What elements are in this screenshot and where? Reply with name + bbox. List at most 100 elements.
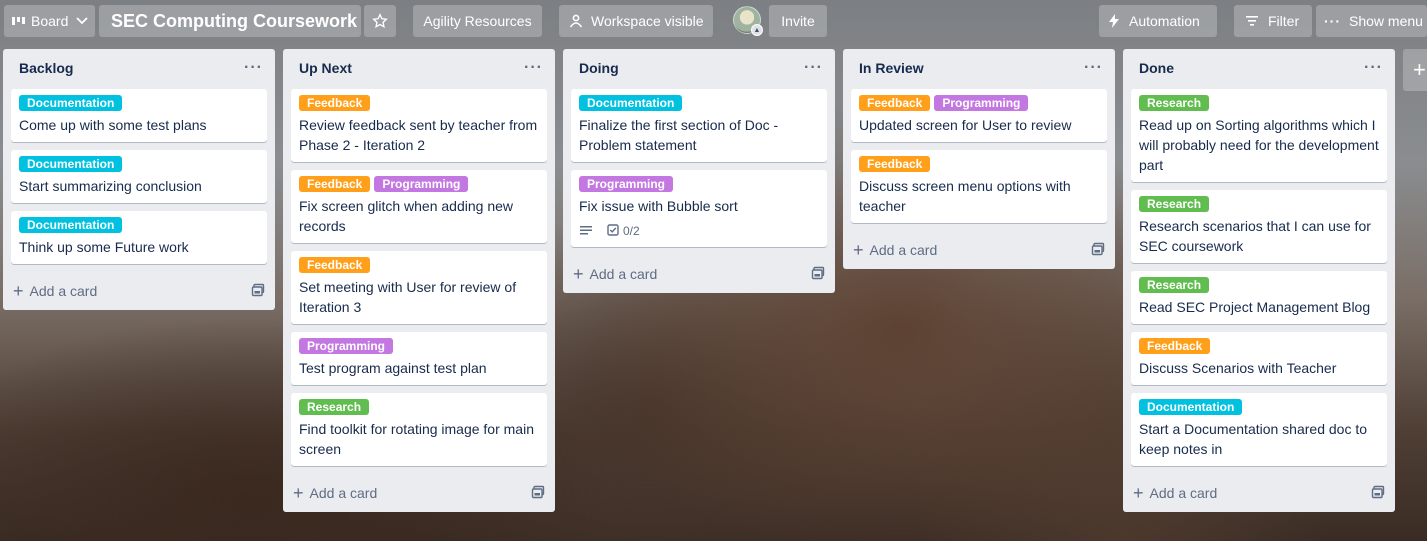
visibility-label: Workspace visible	[591, 13, 704, 29]
list-header[interactable]: Up Next ···	[283, 49, 555, 87]
card[interactable]: Documentation Think up some Future work	[11, 211, 267, 264]
list-title[interactable]: Done	[1139, 60, 1174, 76]
card-title: Start summarizing conclusion	[19, 178, 202, 194]
label-programming[interactable]: Programming	[374, 176, 469, 192]
label-feedback[interactable]: Feedback	[859, 95, 931, 111]
card[interactable]: Documentation Start summarizing conclusio…	[11, 150, 267, 203]
add-card-button[interactable]: + Add a card	[293, 484, 377, 502]
card[interactable]: Feedback Programming Updated screen for Us…	[851, 89, 1107, 142]
list-header[interactable]: Doing ···	[563, 49, 835, 87]
label-documentation[interactable]: Documentation	[19, 95, 123, 111]
card[interactable]: Research Read up on Sorting algorithms wh…	[1131, 89, 1387, 182]
label-research[interactable]: Research	[1139, 95, 1210, 111]
card-title: Finalize the first section of Doc - Prob…	[579, 117, 779, 153]
plus-icon: +	[573, 264, 584, 284]
card[interactable]: Documentation Finalize the first section …	[571, 89, 827, 162]
show-menu-label: Show menu	[1349, 13, 1423, 29]
card-labels: Feedback Programming	[859, 95, 1099, 111]
label-documentation[interactable]: Documentation	[19, 217, 123, 233]
workspace-label: Agility Resources	[423, 13, 532, 29]
list-footer: + Add a card	[843, 231, 1115, 269]
label-documentation[interactable]: Documentation	[1139, 399, 1243, 415]
card[interactable]: Programming Test program against test pla…	[291, 332, 547, 385]
card[interactable]: Feedback Review feedback sent by teacher …	[291, 89, 547, 162]
list-header[interactable]: Backlog ···	[3, 49, 275, 87]
label-research[interactable]: Research	[299, 399, 370, 415]
card-title: Set meeting with User for review of Iter…	[299, 279, 517, 315]
invite-button[interactable]: Invite	[769, 5, 827, 37]
list-header[interactable]: Done ···	[1123, 49, 1395, 87]
label-research[interactable]: Research	[1139, 277, 1210, 293]
label-documentation[interactable]: Documentation	[579, 95, 683, 111]
list-title[interactable]: Up Next	[299, 60, 352, 76]
list-footer: + Add a card	[3, 272, 275, 310]
card[interactable]: Programming Fix issue with Bubble sort 0/2	[571, 170, 827, 247]
card-list: Feedback Review feedback sent by teacher …	[283, 87, 555, 466]
card[interactable]: Feedback Programming Fix screen glitch whe…	[291, 170, 547, 243]
card-template-icon[interactable]	[251, 283, 265, 300]
show-menu-button[interactable]: ··· Show menu	[1316, 5, 1427, 37]
card-badges: 0/2	[579, 222, 819, 240]
label-feedback[interactable]: Feedback	[299, 257, 371, 273]
chevron-down-icon	[76, 17, 88, 25]
filter-button[interactable]: Filter	[1234, 5, 1312, 37]
workspace-button[interactable]: Agility Resources	[413, 5, 542, 37]
list-menu-icon[interactable]: ···	[524, 59, 543, 77]
star-button[interactable]	[364, 5, 396, 37]
checklist-badge: 0/2	[607, 223, 640, 239]
filter-label: Filter	[1268, 13, 1300, 29]
list-menu-icon[interactable]: ···	[804, 59, 823, 77]
label-feedback[interactable]: Feedback	[1139, 338, 1211, 354]
card[interactable]: Feedback Discuss Scenarios with Teacher	[1131, 332, 1387, 385]
add-card-button[interactable]: + Add a card	[1133, 484, 1217, 502]
add-card-button[interactable]: + Add a card	[853, 241, 937, 259]
card[interactable]: Feedback Set meeting with User for review…	[291, 251, 547, 324]
list-menu-icon[interactable]: ···	[1084, 59, 1103, 77]
add-list-button[interactable]: +	[1403, 49, 1427, 91]
board-switcher-button[interactable]: Board	[4, 5, 95, 37]
card-title: Start a Documentation shared doc to keep…	[1139, 421, 1368, 457]
card[interactable]: Documentation Start a Documentation share…	[1131, 393, 1387, 466]
card-template-icon[interactable]	[811, 266, 825, 283]
add-card-button[interactable]: + Add a card	[573, 264, 657, 284]
automation-button[interactable]: Automation	[1099, 5, 1217, 37]
card-template-icon[interactable]	[1091, 242, 1105, 259]
card[interactable]: Research Find toolkit for rotating image …	[291, 393, 547, 466]
more-icon: ···	[1324, 13, 1341, 29]
label-research[interactable]: Research	[1139, 196, 1210, 212]
list-title[interactable]: Doing	[579, 60, 619, 76]
label-programming[interactable]: Programming	[579, 176, 674, 192]
card[interactable]: Documentation Come up with some test plan…	[11, 89, 267, 142]
label-programming[interactable]: Programming	[299, 338, 394, 354]
label-documentation[interactable]: Documentation	[19, 156, 123, 172]
filter-icon	[1246, 16, 1258, 26]
card[interactable]: Research Research scenarios that I can us…	[1131, 190, 1387, 263]
card-template-icon[interactable]	[531, 485, 545, 502]
list-title[interactable]: Backlog	[19, 60, 73, 76]
visibility-button[interactable]: Workspace visible	[559, 5, 713, 37]
card-labels: Research	[1139, 196, 1379, 212]
card[interactable]: Feedback Discuss screen menu options with…	[851, 150, 1107, 223]
label-programming[interactable]: Programming	[934, 95, 1029, 111]
lightning-icon	[1109, 14, 1119, 28]
list-menu-icon[interactable]: ···	[1364, 59, 1383, 77]
label-feedback[interactable]: Feedback	[859, 156, 931, 172]
board-title-button[interactable]: SEC Computing Coursework	[99, 5, 361, 37]
board-switcher-label: Board	[31, 13, 69, 29]
card-labels: Research	[1139, 277, 1379, 293]
board-icon	[12, 15, 26, 27]
list-title[interactable]: In Review	[859, 60, 924, 76]
card-template-icon[interactable]	[1371, 485, 1385, 502]
add-card-button[interactable]: + Add a card	[13, 282, 97, 300]
list-header[interactable]: In Review ···	[843, 49, 1115, 87]
list-menu-icon[interactable]: ···	[244, 59, 263, 77]
list-up-next: Up Next ··· Feedback Review feedback sent b…	[283, 49, 555, 512]
card[interactable]: Research Read SEC Project Management Blog	[1131, 271, 1387, 324]
description-icon	[579, 224, 593, 239]
label-feedback[interactable]: Feedback	[299, 176, 371, 192]
card-title: Updated screen for User to review	[859, 117, 1072, 133]
label-feedback[interactable]: Feedback	[299, 95, 371, 111]
list-footer: + Add a card	[283, 474, 555, 512]
list-footer: + Add a card	[563, 255, 835, 293]
people-icon	[569, 14, 583, 28]
